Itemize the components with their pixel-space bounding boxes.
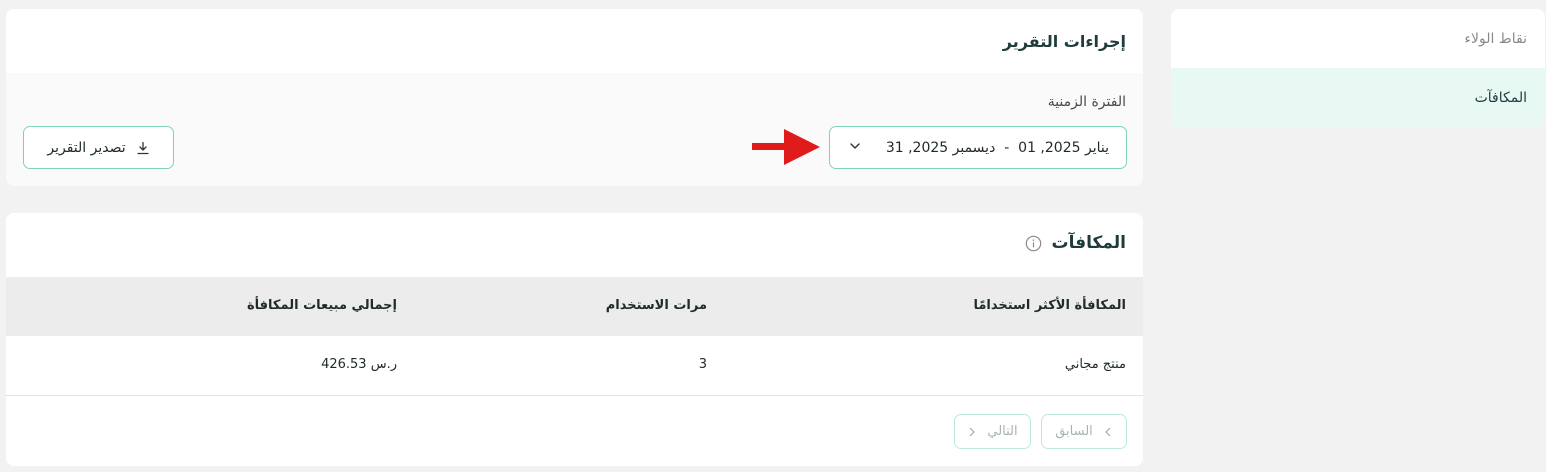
sidebar-item-rewards[interactable]: المكافآت xyxy=(1171,68,1545,127)
chevron-left-icon xyxy=(1105,427,1110,436)
report-actions-card: إجراءات التقرير الفترة الزمنية يناير 202… xyxy=(6,9,1143,186)
table-header: المكافأة الأكثر استخدامًا مرات الاستخدام… xyxy=(6,277,1143,336)
column-header-uses: مرات الاستخدام xyxy=(605,298,707,313)
column-header-total-sales: إجمالي مبيعات المكافأة xyxy=(246,298,397,313)
info-icon[interactable] xyxy=(1025,235,1042,252)
report-actions-title: إجراءات التقرير xyxy=(1002,31,1126,51)
export-button-label: تصدير التقرير xyxy=(47,139,126,156)
report-actions-header: إجراءات التقرير xyxy=(6,9,1143,73)
date-range-picker[interactable]: يناير 2025, 01 - ديسمبر 2025, 31 xyxy=(829,126,1127,169)
sidebar: نقاط الولاء المكافآت xyxy=(1171,9,1545,127)
sidebar-item-label: نقاط الولاء xyxy=(1464,30,1527,47)
rewards-header: المكافآت xyxy=(1025,233,1126,253)
table-row: منتج مجاني 3 426.53 ر.س xyxy=(6,336,1143,396)
export-report-button[interactable]: تصدير التقرير xyxy=(23,126,174,169)
rewards-card: المكافآت المكافأة الأكثر استخدامًا مرات … xyxy=(6,213,1143,466)
chevron-right-icon xyxy=(970,427,976,436)
cell-reward-name: منتج مجاني xyxy=(1064,357,1126,372)
red-arrow-annotation xyxy=(752,129,820,165)
chevron-down-icon xyxy=(850,143,860,149)
next-page-button[interactable]: التالي xyxy=(954,414,1031,449)
previous-label: السابق xyxy=(1055,424,1093,439)
date-range-value: يناير 2025, 01 - ديسمبر 2025, 31 xyxy=(885,139,1109,156)
previous-page-button[interactable]: السابق xyxy=(1041,414,1127,449)
rewards-title: المكافآت xyxy=(1051,233,1126,253)
next-label: التالي xyxy=(987,424,1018,439)
column-header-top-reward: المكافأة الأكثر استخدامًا xyxy=(973,298,1126,313)
sidebar-item-label: المكافآت xyxy=(1474,89,1527,106)
download-icon xyxy=(136,141,149,154)
cell-total-sales: 426.53 ر.س xyxy=(321,357,397,372)
sidebar-item-loyalty-points[interactable]: نقاط الولاء xyxy=(1171,9,1545,68)
period-label: الفترة الزمنية xyxy=(1047,94,1126,110)
cell-uses: 3 xyxy=(698,357,707,372)
